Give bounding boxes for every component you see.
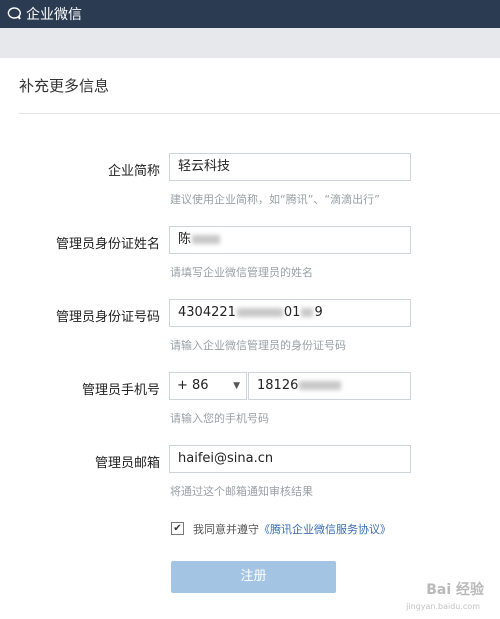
admin-email-hint: 将通过这个邮箱通知审核结果 [170,485,313,498]
company-label: 企业简称 [107,164,160,179]
admin-phone-hint: 请输入您的手机号码 [170,412,269,425]
agreement-prefix: 我同意并遵守 [193,523,259,536]
title-divider [19,113,500,114]
company-hint: 建议使用企业简称，如“腾讯”、“滴滴出行” [170,193,380,206]
app-title: 企业微信 [26,7,82,23]
service-agreement-link[interactable]: 《腾讯企业微信服务协议》 [259,523,391,536]
admin-name-label: 管理员身份证姓名 [55,237,160,252]
agreement-checkbox[interactable]: ✔ [171,522,184,535]
form-title: 补充更多信息 [19,77,110,95]
watermark-url: jingyan.baidu.com [406,602,480,611]
redacted-blur [192,235,221,244]
admin-phone-value: 18126 [257,378,299,393]
wework-logo-icon [7,7,21,20]
admin-id-hint: 请输入企业微信管理员的身份证号码 [170,339,346,352]
admin-phone-label: 管理员手机号 [81,383,160,398]
admin-id-value-mid: 01 [283,305,301,320]
admin-email-label: 管理员邮箱 [94,456,160,471]
watermark-logo: Bai 经验 [426,582,484,598]
admin-id-label: 管理员身份证号码 [55,310,160,325]
company-value: 轻云科技 [178,159,231,174]
chevron-down-icon: ▼ [233,381,240,391]
admin-id-value-end: 9 [314,305,323,320]
admin-email-value: haifei@sina.cn [178,451,274,466]
register-button[interactable]: 注册 [171,561,336,593]
admin-email-input[interactable]: haifei@sina.cn [169,445,411,473]
company-input[interactable]: 轻云科技 [169,153,411,181]
top-bar: 企业微信 [0,0,500,28]
agreement-text: 我同意并遵守《腾讯企业微信服务协议》 [193,521,391,537]
country-code-select[interactable]: + 86 ▼ [169,372,247,400]
country-code-value: + 86 [177,378,209,393]
redacted-blur [299,381,342,390]
redacted-blur [301,308,314,317]
redacted-blur [236,308,283,317]
admin-name-hint: 请填写企业微信管理员的姓名 [170,266,313,279]
admin-id-value-start: 4304221 [178,305,236,320]
admin-id-input[interactable]: 4304221 01 9 [169,299,411,327]
admin-name-value: 陈 [178,232,192,247]
admin-phone-input[interactable]: 18126 [248,372,411,400]
admin-name-input[interactable]: 陈 [169,226,411,254]
registration-form: 补充更多信息 企业简称 轻云科技 建议使用企业简称，如“腾讯”、“滴滴出行” 管… [0,58,500,619]
checkmark-icon: ✔ [173,523,182,534]
